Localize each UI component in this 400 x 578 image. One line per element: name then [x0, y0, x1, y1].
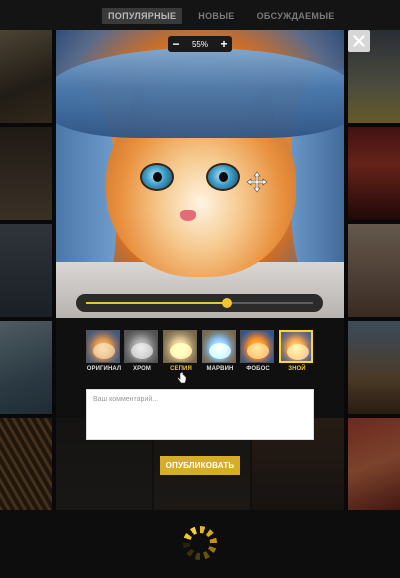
filter-thumbnail	[279, 330, 313, 363]
filter-thumbnail	[163, 330, 197, 363]
comment-field[interactable]: Ваш комментарий...	[86, 389, 314, 440]
hand-cursor-icon	[177, 372, 187, 384]
photo-kitten-nose	[180, 210, 196, 221]
slider-fill	[86, 302, 227, 304]
close-icon	[353, 35, 365, 47]
close-button[interactable]	[348, 30, 370, 52]
intensity-slider[interactable]	[76, 294, 323, 312]
filter-original[interactable]: ОРИГИНАЛ	[86, 330, 122, 372]
editor-photo[interactable]	[56, 30, 344, 318]
filter-label: ОРИГИНАЛ	[86, 366, 122, 372]
tab-bar: ПОПУЛЯРНЫЕ НОВЫЕ ОБСУЖДАЕМЫЕ	[102, 8, 341, 24]
zoom-control: − 55% +	[168, 36, 232, 52]
filter-label: ФОБОС	[246, 366, 270, 372]
filter-list: ОРИГИНАЛ ХРОМ СЕПИЯ МАРВИН ФОБОС ЗНОЙ	[86, 330, 316, 378]
tab-new[interactable]: НОВЫЕ	[192, 8, 240, 24]
loading-spinner-icon	[183, 526, 217, 560]
slider-handle[interactable]	[221, 298, 232, 308]
filter-thumbnail	[86, 330, 120, 363]
tab-discussed[interactable]: ОБСУЖДАЕМЫЕ	[251, 8, 341, 24]
filter-thumbnail	[240, 330, 274, 363]
filter-label: ХРОМ	[133, 366, 151, 372]
photo-kitten-eye-right	[206, 163, 240, 191]
filter-znoy[interactable]: ЗНОЙ	[279, 330, 315, 372]
move-cursor-icon	[246, 171, 268, 193]
filter-chrome[interactable]: ХРОМ	[124, 330, 160, 372]
filter-marvin[interactable]: МАРВИН	[202, 330, 238, 372]
top-navigation: ПОПУЛЯРНЫЕ НОВЫЕ ОБСУЖДАЕМЫЕ	[0, 0, 400, 30]
filter-label: МАРВИН	[206, 366, 234, 372]
tab-popular[interactable]: ПОПУЛЯРНЫЕ	[102, 8, 183, 24]
filter-thumbnail	[124, 330, 158, 363]
zoom-in-button[interactable]: +	[216, 36, 232, 52]
filter-fobos[interactable]: ФОБОС	[240, 330, 276, 372]
zoom-out-button[interactable]: −	[168, 36, 184, 52]
publish-button[interactable]: ОПУБЛИКОВАТЬ	[160, 456, 240, 475]
photo-kitten-eye-left	[140, 163, 174, 191]
filter-sepia[interactable]: СЕПИЯ	[163, 330, 199, 372]
photo-blanket-top	[56, 48, 344, 138]
filter-thumbnail	[202, 330, 236, 363]
filter-label: ЗНОЙ	[288, 366, 306, 372]
zoom-level: 55%	[191, 39, 208, 49]
